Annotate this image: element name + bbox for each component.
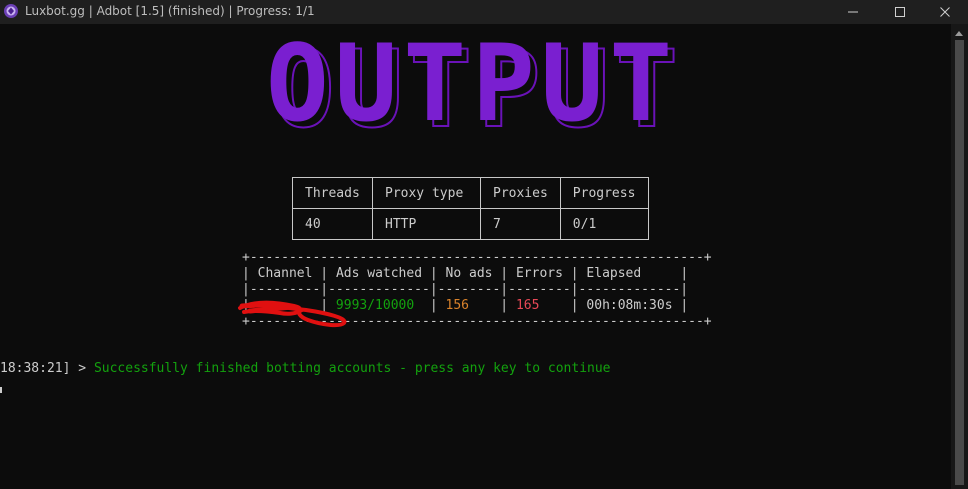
window-titlebar[interactable]: Luxbot.gg | Adbot [1.5] (finished) | Pro… (0, 0, 968, 24)
scroll-up-arrow-icon[interactable] (955, 31, 963, 36)
header-proxy-type: Proxy type (372, 177, 481, 209)
stats-header-channel: Channel (257, 266, 313, 281)
redaction-scribble (238, 300, 347, 328)
terminal-cursor (0, 387, 2, 393)
window-title: Luxbot.gg | Adbot [1.5] (finished) | Pro… (25, 4, 315, 18)
log-line: 18:38:21] > Successfully finished bottin… (0, 361, 611, 377)
close-button[interactable] (922, 0, 968, 24)
stats-elapsed-value: 00h:08m:30s (586, 298, 673, 313)
maximize-button[interactable] (877, 0, 923, 24)
banner-text: OUTPUT (266, 38, 678, 132)
log-message: Successfully finished botting accounts -… (93, 361, 611, 376)
scrollbar-thumb[interactable] (955, 40, 964, 485)
log-timestamp: 18:38:21] (0, 361, 71, 376)
value-progress: 0/1 (559, 208, 649, 240)
log-prompt: > (70, 361, 94, 376)
stats-header-errors: Errors (515, 266, 563, 281)
minimize-icon (848, 11, 858, 13)
stats-table-top-border: +---------------------------------------… (242, 250, 712, 265)
close-icon (940, 7, 950, 17)
stats-errors-value: 165 (515, 298, 540, 313)
stats-header-elapsed: Elapsed (586, 266, 642, 281)
info-table: Threads Proxy type Proxies Progress 40 H… (292, 177, 649, 240)
value-threads: 40 (292, 208, 373, 240)
stats-header-ads-watched: Ads watched (335, 266, 423, 281)
header-progress: Progress (559, 177, 649, 209)
header-threads: Threads (292, 177, 373, 209)
info-table-header-row: Threads Proxy type Proxies Progress (292, 177, 649, 209)
header-proxies: Proxies (480, 177, 561, 209)
stats-no-ads-value: 156 (445, 298, 469, 313)
info-table-value-row: 40 HTTP 7 0/1 (292, 208, 649, 240)
vertical-scrollbar[interactable] (951, 24, 968, 489)
stats-table-separator: |---------|-------------|--------|------… (242, 282, 689, 297)
output-banner: OUTPUT OUTPUT (266, 38, 679, 132)
value-proxy-type: HTTP (372, 208, 481, 240)
maximize-icon (895, 7, 905, 17)
value-proxies: 7 (480, 208, 561, 240)
luxbot-app-icon (4, 4, 18, 18)
minimize-button[interactable] (830, 0, 876, 24)
stats-header-no-ads: No ads (445, 266, 493, 281)
